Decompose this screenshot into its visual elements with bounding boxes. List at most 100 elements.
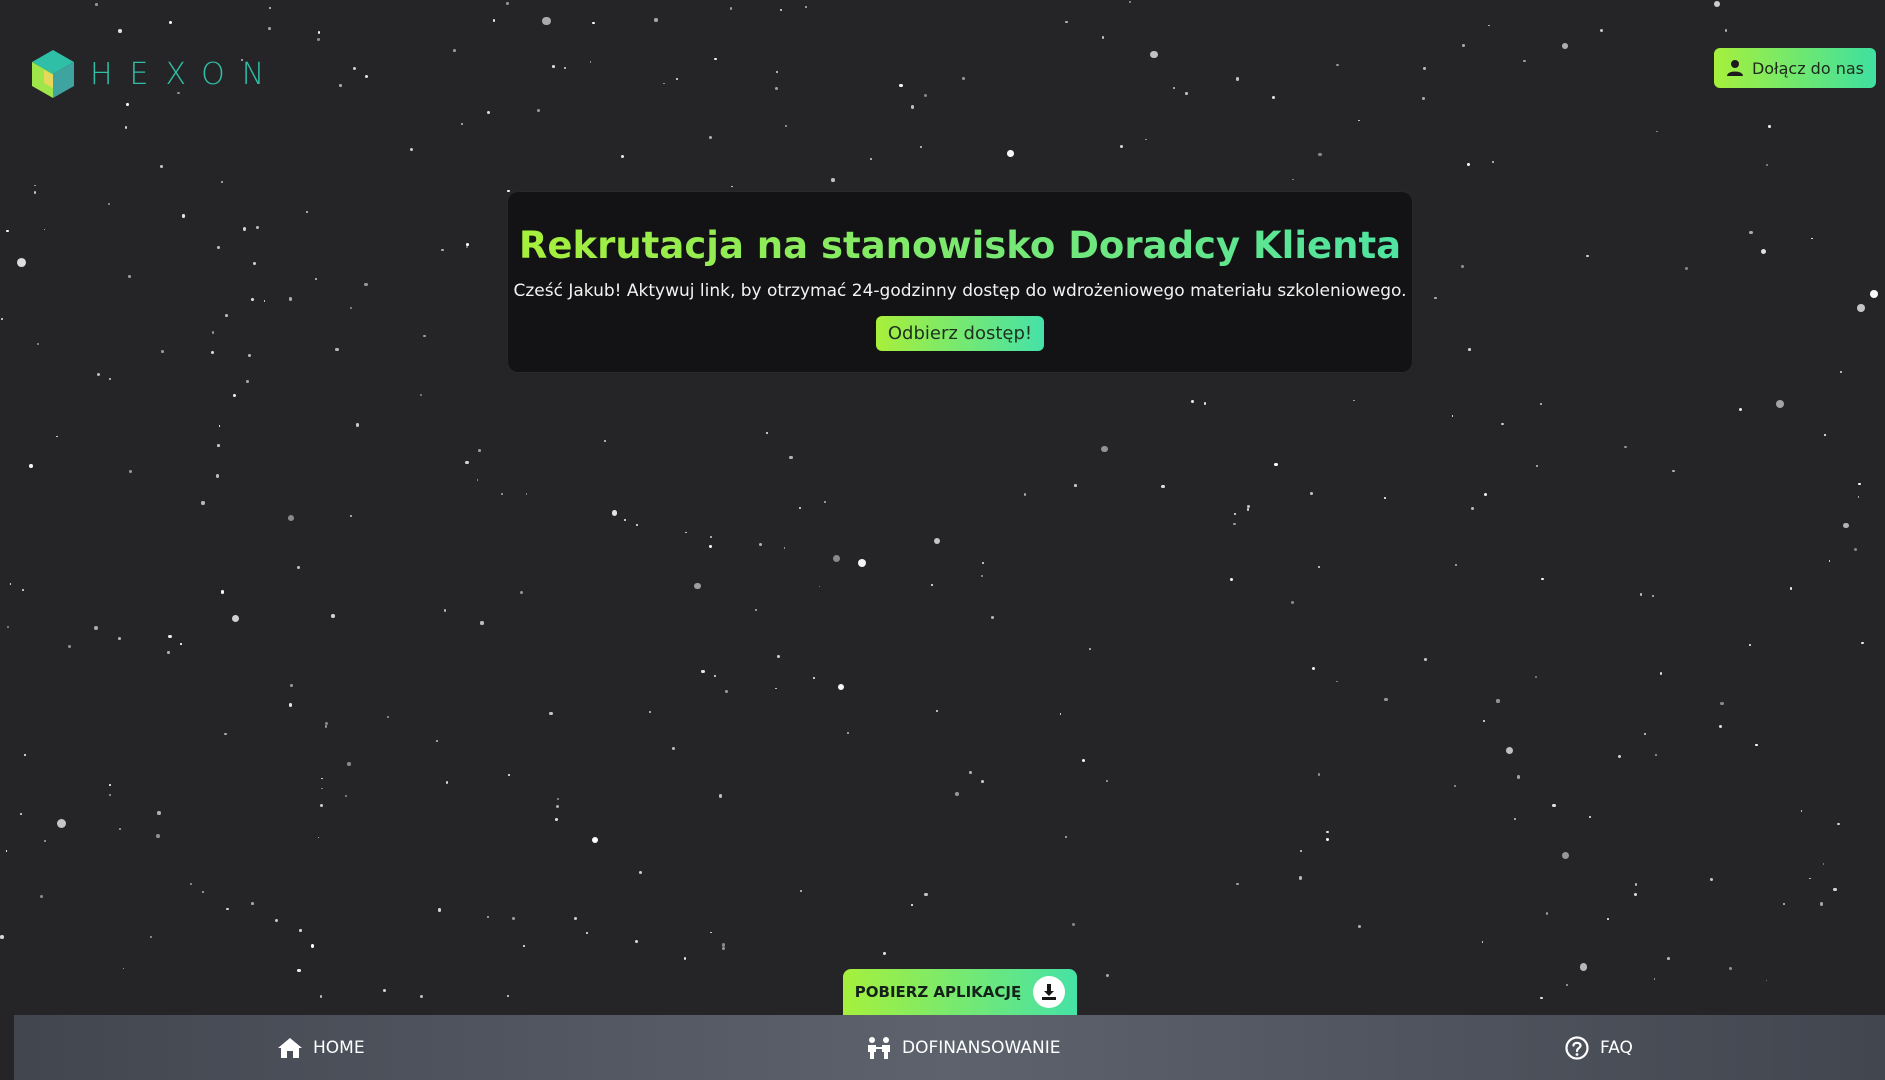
star (710, 931, 713, 934)
star (1101, 445, 1108, 452)
star (555, 818, 559, 821)
star (331, 614, 335, 618)
star (1535, 464, 1538, 467)
star (522, 944, 525, 947)
star (1088, 648, 1091, 650)
star (1566, 984, 1568, 986)
logo[interactable]: HEXON (30, 48, 281, 100)
star (783, 547, 786, 549)
star (5, 850, 8, 852)
star (799, 889, 802, 892)
star (1128, 0, 1131, 3)
claim-access-button[interactable]: Odbierz dostęp! (875, 315, 1045, 351)
star (542, 17, 551, 26)
star (623, 518, 626, 521)
star (798, 506, 801, 509)
star (536, 108, 541, 113)
star (1656, 130, 1658, 133)
star (1719, 724, 1723, 728)
star (920, 146, 923, 149)
star (1292, 178, 1294, 181)
star (1653, 978, 1656, 981)
star (671, 747, 675, 751)
star (551, 64, 555, 68)
star (777, 655, 781, 659)
star (1586, 254, 1589, 258)
star (480, 621, 484, 625)
join-us-label: Dołącz do nas (1751, 58, 1864, 78)
star (549, 711, 553, 715)
star (969, 771, 972, 774)
star (1820, 902, 1824, 906)
star (823, 500, 827, 503)
star (1298, 876, 1303, 880)
star (759, 543, 763, 547)
star (1357, 119, 1360, 122)
star (755, 608, 757, 611)
star (1552, 803, 1556, 808)
star (34, 184, 36, 187)
star (1101, 36, 1105, 40)
star (269, 7, 272, 10)
star (17, 257, 27, 267)
star (1007, 150, 1014, 157)
star (507, 995, 509, 998)
star (221, 181, 223, 183)
star (43, 839, 46, 842)
star (775, 687, 777, 690)
star (1768, 125, 1772, 128)
star (1749, 231, 1753, 235)
star (314, 278, 317, 281)
star (1822, 863, 1825, 865)
download-icon (1042, 984, 1057, 1000)
star (288, 297, 293, 301)
star (33, 191, 37, 194)
star (1824, 434, 1826, 436)
join-us-button[interactable]: Dołącz do nas (1713, 48, 1876, 88)
star (68, 645, 72, 649)
star (1738, 407, 1742, 411)
star (1634, 882, 1638, 886)
star (1579, 963, 1588, 971)
star (1840, 370, 1843, 373)
star (1467, 163, 1470, 166)
star (556, 798, 559, 801)
star (1789, 587, 1793, 590)
star (21, 588, 25, 591)
star (1424, 658, 1427, 661)
star (1191, 400, 1195, 404)
star (97, 372, 101, 376)
nav-item-dofinansowanie[interactable]: DOFINANSOWANIE (866, 1015, 1060, 1080)
star (1185, 92, 1188, 95)
star (202, 891, 205, 894)
star (1326, 830, 1329, 834)
download-app-button[interactable]: POBIERZ APLIKACJĘ (843, 969, 1077, 1015)
star (1624, 445, 1627, 449)
star (6, 625, 10, 629)
star (167, 651, 170, 654)
star (1453, 785, 1456, 787)
star (911, 903, 913, 906)
star (1600, 29, 1604, 33)
star (1081, 759, 1085, 763)
star (20, 812, 23, 815)
star (287, 515, 294, 521)
star (775, 70, 778, 73)
star (991, 616, 994, 619)
star (306, 211, 309, 213)
star (1161, 484, 1165, 489)
nav-item-faq[interactable]: FAQ (1564, 1015, 1633, 1080)
star (1588, 816, 1591, 819)
star (324, 722, 328, 726)
star (910, 105, 915, 109)
star (157, 811, 161, 815)
star (211, 331, 215, 334)
star (9, 583, 12, 585)
star (869, 158, 872, 160)
star (1654, 754, 1658, 757)
star (275, 919, 279, 922)
star (1800, 810, 1803, 812)
nav-item-home[interactable]: HOME (277, 1015, 365, 1080)
star (1684, 267, 1689, 271)
star (639, 870, 643, 874)
